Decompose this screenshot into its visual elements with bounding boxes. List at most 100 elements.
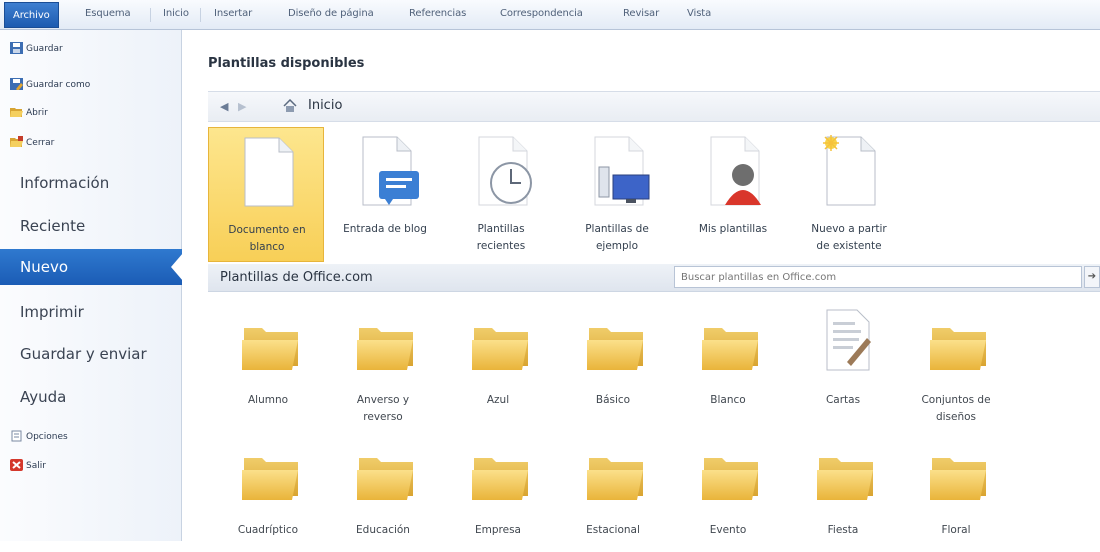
tile-label: Documento en blanco: [228, 224, 306, 253]
tab-separator: [150, 8, 151, 22]
blog-post-tile[interactable]: Entrada de blog: [327, 127, 443, 262]
folder-icon: [930, 452, 988, 502]
folder-icon: [472, 452, 530, 502]
tile-label: Plantillas recientes: [476, 223, 526, 252]
folder-conjuntos-de-disenos[interactable]: Conjuntos de diseños: [898, 322, 1014, 423]
folder-cartas[interactable]: Cartas: [785, 308, 901, 408]
search-arrow-icon[interactable]: ➔: [1084, 266, 1100, 288]
blank-document-tile[interactable]: Documento en blanco: [208, 127, 324, 262]
nav-imprimir[interactable]: Imprimir: [0, 294, 182, 330]
folder-anverso-y-reverso[interactable]: Anverso y reverso: [325, 322, 441, 423]
tile-label: Plantillas de ejemplo: [585, 223, 649, 252]
options-label: Opciones: [26, 432, 68, 442]
folder-label: Educación: [356, 524, 410, 536]
folder-label: Básico: [595, 394, 631, 406]
folder-label: Cuadríptico: [237, 524, 299, 536]
folder-empresa[interactable]: Empresa: [440, 452, 556, 552]
folder-fiesta[interactable]: Fiesta: [785, 452, 901, 552]
folder-alumno[interactable]: Alumno: [210, 322, 326, 422]
folder-basico[interactable]: Básico: [555, 322, 671, 422]
forward-arrow-icon[interactable]: ▶: [238, 100, 246, 113]
nav-nuevo[interactable]: Nuevo: [0, 249, 183, 285]
exit-icon: [10, 459, 23, 471]
new-from-existing-icon: [823, 135, 883, 207]
folder-educacion[interactable]: Educación: [325, 452, 441, 552]
folder-label: Anverso y reverso: [356, 394, 410, 423]
open-command[interactable]: Abrir: [10, 108, 48, 118]
tab-archivo[interactable]: Archivo: [4, 2, 59, 28]
folder-azul[interactable]: Azul: [440, 322, 556, 422]
save-label: Guardar: [26, 44, 63, 54]
tab-vista[interactable]: Vista: [687, 8, 711, 19]
folder-label: Blanco: [710, 394, 746, 406]
nav-ayuda[interactable]: Ayuda: [0, 379, 182, 415]
new-from-existing-tile[interactable]: Nuevo a partir de existente: [791, 127, 907, 262]
back-arrow-icon[interactable]: ◀: [220, 100, 228, 113]
tab-diseno-de-pagina[interactable]: Diseño de página: [288, 8, 374, 19]
home-icon[interactable]: [283, 99, 297, 113]
exit-command[interactable]: Salir: [10, 459, 46, 471]
options-icon: [11, 430, 22, 442]
open-folder-icon: [10, 108, 23, 117]
sample-templates-icon: [587, 135, 650, 207]
folder-icon: [702, 452, 760, 502]
folder-blanco[interactable]: Blanco: [670, 322, 786, 422]
nav-guardar-y-enviar[interactable]: Guardar y enviar: [0, 336, 182, 372]
folder-label: Evento: [709, 524, 747, 536]
folder-estacional[interactable]: Estacional: [555, 452, 671, 552]
blog-post-icon: [355, 135, 419, 207]
sample-templates-tile[interactable]: Plantillas de ejemplo: [559, 127, 675, 262]
section-title: Plantillas de Office.com: [220, 270, 373, 285]
folder-label: Fiesta: [827, 524, 859, 536]
folder-cuadriptico[interactable]: Cuadríptico: [210, 452, 326, 552]
folder-icon: [702, 322, 760, 372]
folder-label: Conjuntos de diseños: [921, 394, 991, 423]
folder-icon: [242, 322, 300, 372]
save-command[interactable]: Guardar: [10, 42, 63, 54]
tab-insertar[interactable]: Insertar: [214, 8, 252, 19]
my-templates-icon: [703, 135, 761, 207]
nav-informacion[interactable]: Información: [0, 165, 182, 201]
template-navigation-bar: ◀ ▶ Inicio: [208, 91, 1100, 122]
folder-label: Azul: [486, 394, 510, 406]
folder-floral[interactable]: Floral: [898, 452, 1014, 552]
tile-label: Nuevo a partir de existente: [811, 223, 887, 252]
my-templates-tile[interactable]: Mis plantillas: [675, 127, 791, 262]
save-as-command[interactable]: Guardar como: [10, 78, 91, 90]
folder-label: Estacional: [586, 524, 640, 536]
folder-icon: [357, 452, 415, 502]
blank-document-icon: [237, 136, 301, 208]
folder-label: Alumno: [247, 394, 289, 406]
tab-revisar[interactable]: Revisar: [623, 8, 659, 19]
nav-reciente[interactable]: Reciente: [0, 208, 182, 244]
tab-correspondencia[interactable]: Correspondencia: [500, 8, 583, 19]
folder-icon: [357, 322, 415, 372]
tab-esquema[interactable]: Esquema: [85, 8, 131, 19]
folder-icon: [472, 322, 530, 372]
folder-label: Empresa: [475, 524, 521, 536]
save-icon: [10, 42, 23, 54]
backstage-sidebar: Guardar Guardar como Abrir Cerrar Inform…: [0, 30, 183, 541]
letter-document-icon: [826, 309, 871, 371]
folder-icon: [817, 452, 875, 502]
folder-label: Cartas: [825, 394, 861, 406]
save-as-label: Guardar como: [26, 80, 91, 90]
tab-separator: [200, 8, 201, 22]
options-command[interactable]: Opciones: [11, 430, 68, 442]
office-templates-section-bar: Plantillas de Office.com ➔: [208, 264, 1100, 292]
exit-label: Salir: [26, 461, 46, 471]
tab-inicio[interactable]: Inicio: [163, 8, 189, 19]
close-command[interactable]: Cerrar: [10, 136, 54, 148]
folder-icon: [587, 452, 645, 502]
tab-referencias[interactable]: Referencias: [409, 8, 466, 19]
open-label: Abrir: [26, 108, 48, 118]
tile-label: Mis plantillas: [698, 223, 768, 235]
folder-icon: [930, 322, 988, 372]
save-as-icon: [10, 78, 23, 90]
recent-templates-icon: [471, 135, 532, 207]
recent-templates-tile[interactable]: Plantillas recientes: [443, 127, 559, 262]
tile-label: Entrada de blog: [343, 223, 427, 235]
office-template-search-input[interactable]: [674, 266, 1082, 288]
folder-evento[interactable]: Evento: [670, 452, 786, 552]
folder-icon: [587, 322, 645, 372]
